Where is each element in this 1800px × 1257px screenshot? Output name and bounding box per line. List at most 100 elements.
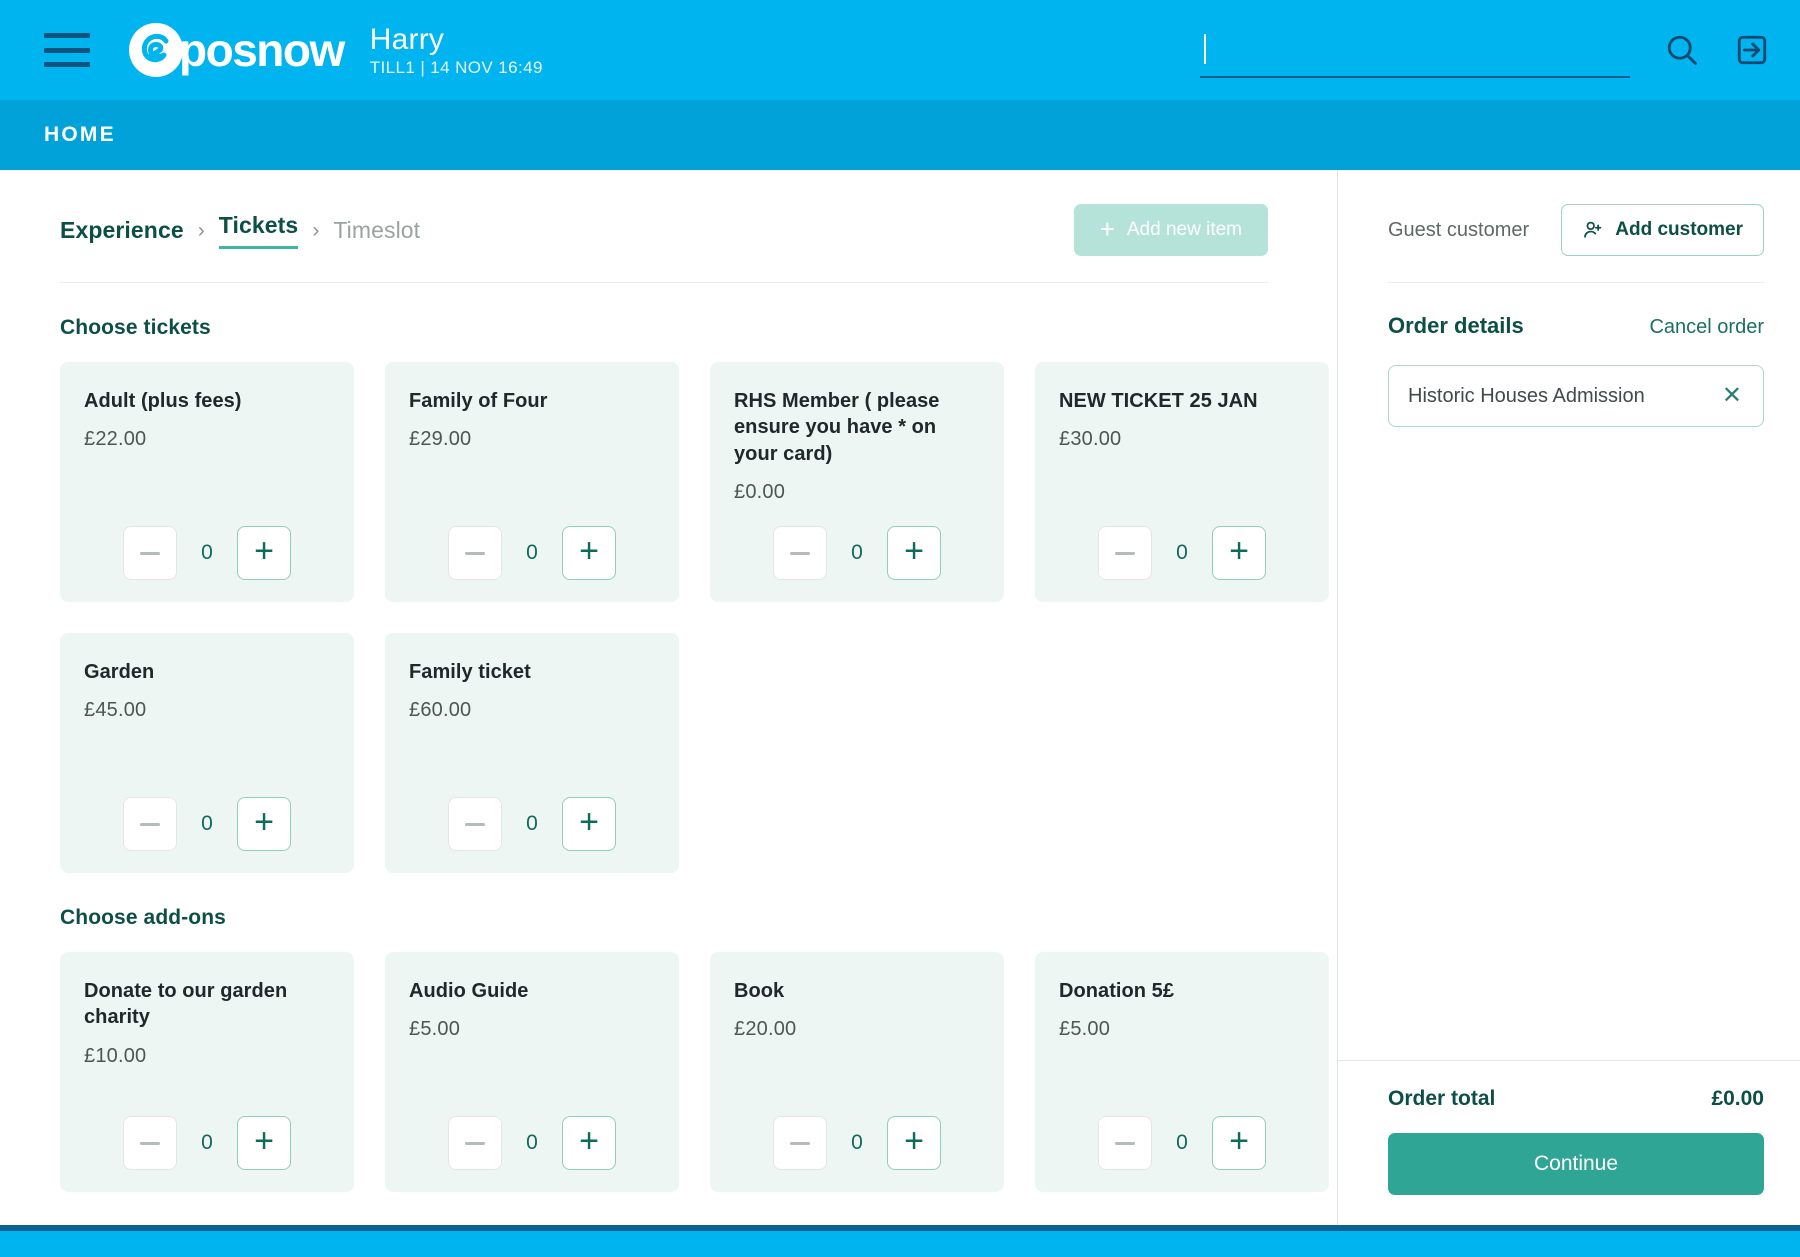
search-input[interactable] bbox=[1200, 22, 1630, 76]
customer-row: Guest customer Add customer bbox=[1388, 204, 1764, 256]
search-field[interactable] bbox=[1200, 22, 1630, 78]
add-new-item-button[interactable]: + Add new item bbox=[1074, 204, 1268, 256]
cancel-order-button[interactable]: Cancel order bbox=[1649, 316, 1764, 339]
quantity-value: 0 bbox=[198, 541, 216, 565]
minus-icon bbox=[465, 823, 485, 826]
add-person-icon bbox=[1582, 219, 1604, 241]
decrease-quantity-button[interactable] bbox=[448, 797, 502, 851]
nav-item-home[interactable]: HOME bbox=[44, 123, 116, 147]
ticket-card[interactable]: Garden £45.00 0 + bbox=[60, 633, 354, 873]
search-icon[interactable] bbox=[1664, 32, 1700, 68]
addon-price: £20.00 bbox=[734, 1018, 980, 1041]
add-customer-button[interactable]: Add customer bbox=[1561, 204, 1764, 256]
minus-icon bbox=[465, 1142, 485, 1145]
breadcrumb-separator: › bbox=[312, 219, 319, 243]
ticket-card[interactable]: RHS Member ( please ensure you have * on… bbox=[710, 362, 1004, 602]
quantity-value: 0 bbox=[523, 1131, 541, 1155]
increase-quantity-button[interactable]: + bbox=[562, 526, 616, 580]
decrease-quantity-button[interactable] bbox=[773, 1116, 827, 1170]
panel-divider bbox=[1388, 282, 1764, 283]
decrease-quantity-button[interactable] bbox=[448, 1116, 502, 1170]
plus-icon: + bbox=[579, 1124, 599, 1158]
minus-icon bbox=[140, 1142, 160, 1145]
header-divider bbox=[60, 282, 1268, 283]
eposnow-logo[interactable]: posnow bbox=[128, 22, 344, 78]
quantity-value: 0 bbox=[523, 541, 541, 565]
addon-price: £10.00 bbox=[84, 1045, 330, 1068]
breadcrumb-item-experience[interactable]: Experience bbox=[60, 217, 184, 244]
breadcrumb-item-timeslot[interactable]: Timeslot bbox=[333, 217, 420, 244]
plus-icon: + bbox=[1229, 1124, 1249, 1158]
ticket-card[interactable]: Family of Four £29.00 0 + bbox=[385, 362, 679, 602]
addon-card[interactable]: Audio Guide £5.00 0 + bbox=[385, 952, 679, 1192]
plus-icon: + bbox=[579, 534, 599, 568]
plus-icon: + bbox=[254, 805, 274, 839]
breadcrumb-item-tickets[interactable]: Tickets bbox=[219, 212, 299, 249]
addon-card[interactable]: Donate to our garden charity £10.00 0 + bbox=[60, 952, 354, 1192]
decrease-quantity-button[interactable] bbox=[123, 1116, 177, 1170]
addon-name: Audio Guide bbox=[409, 978, 655, 1004]
plus-icon: + bbox=[1229, 534, 1249, 568]
order-details-title: Order details bbox=[1388, 313, 1524, 339]
decrease-quantity-button[interactable] bbox=[448, 526, 502, 580]
decrease-quantity-button[interactable] bbox=[123, 526, 177, 580]
ticket-card[interactable]: Family ticket £60.00 0 + bbox=[385, 633, 679, 873]
addon-name: Donate to our garden charity bbox=[84, 978, 330, 1031]
quantity-stepper: 0 + bbox=[409, 797, 655, 851]
top-header-bar: posnow Harry TILL1 | 14 NOV 16:49 bbox=[0, 0, 1800, 100]
header-actions bbox=[1200, 22, 1770, 78]
ticket-name: Family of Four bbox=[409, 388, 655, 414]
increase-quantity-button[interactable]: + bbox=[237, 797, 291, 851]
ticket-price: £29.00 bbox=[409, 428, 655, 451]
plus-icon: + bbox=[254, 534, 274, 568]
quantity-value: 0 bbox=[198, 812, 216, 836]
hamburger-menu-icon[interactable] bbox=[44, 33, 90, 67]
breadcrumb-separator: › bbox=[198, 219, 205, 243]
decrease-quantity-button[interactable] bbox=[1098, 1116, 1152, 1170]
order-total-label: Order total bbox=[1388, 1087, 1495, 1111]
add-customer-label: Add customer bbox=[1615, 219, 1743, 241]
decrease-quantity-button[interactable] bbox=[123, 797, 177, 851]
minus-icon bbox=[1115, 552, 1135, 555]
addon-card[interactable]: Donation 5£ £5.00 0 + bbox=[1035, 952, 1329, 1192]
minus-icon bbox=[140, 823, 160, 826]
addon-name: Donation 5£ bbox=[1059, 978, 1305, 1004]
order-side-panel: Guest customer Add customer Order detail… bbox=[1337, 170, 1800, 1225]
increase-quantity-button[interactable]: + bbox=[1212, 1116, 1266, 1170]
continue-button[interactable]: Continue bbox=[1388, 1133, 1764, 1195]
ticket-price: £22.00 bbox=[84, 428, 330, 451]
increase-quantity-button[interactable]: + bbox=[1212, 526, 1266, 580]
ticket-card[interactable]: Adult (plus fees) £22.00 0 + bbox=[60, 362, 354, 602]
minus-icon bbox=[140, 552, 160, 555]
order-line-item[interactable]: Historic Houses Admission ✕ bbox=[1388, 365, 1764, 427]
logout-icon[interactable] bbox=[1734, 32, 1770, 68]
order-total-value: £0.00 bbox=[1711, 1087, 1764, 1111]
quantity-stepper: 0 + bbox=[84, 1116, 330, 1170]
quantity-value: 0 bbox=[523, 812, 541, 836]
decrease-quantity-button[interactable] bbox=[1098, 526, 1152, 580]
ticket-card[interactable]: NEW TICKET 25 JAN £30.00 0 + bbox=[1035, 362, 1329, 602]
ticket-card-grid: Adult (plus fees) £22.00 0 + Family of F… bbox=[60, 362, 1295, 873]
quantity-stepper: 0 + bbox=[1059, 1116, 1305, 1170]
addon-price: £5.00 bbox=[1059, 1018, 1305, 1041]
increase-quantity-button[interactable]: + bbox=[237, 526, 291, 580]
quantity-stepper: 0 + bbox=[84, 526, 330, 580]
increase-quantity-button[interactable]: + bbox=[562, 1116, 616, 1170]
increase-quantity-button[interactable]: + bbox=[887, 1116, 941, 1170]
ticket-price: £30.00 bbox=[1059, 428, 1305, 451]
page-body: Experience › Tickets › Timeslot + Add ne… bbox=[0, 170, 1800, 1225]
plus-icon: + bbox=[579, 805, 599, 839]
home-nav-bar: HOME bbox=[0, 100, 1800, 170]
increase-quantity-button[interactable]: + bbox=[887, 526, 941, 580]
addon-card[interactable]: Book £20.00 0 + bbox=[710, 952, 1004, 1192]
minus-icon bbox=[465, 552, 485, 555]
breadcrumb-row: Experience › Tickets › Timeslot + Add ne… bbox=[60, 204, 1295, 256]
plus-icon: + bbox=[254, 1124, 274, 1158]
addon-card-grid: Donate to our garden charity £10.00 0 + … bbox=[60, 952, 1295, 1192]
ticket-name: NEW TICKET 25 JAN bbox=[1059, 388, 1305, 414]
increase-quantity-button[interactable]: + bbox=[562, 797, 616, 851]
increase-quantity-button[interactable]: + bbox=[237, 1116, 291, 1170]
decrease-quantity-button[interactable] bbox=[773, 526, 827, 580]
close-icon[interactable]: ✕ bbox=[1722, 384, 1742, 408]
quantity-stepper: 0 + bbox=[734, 526, 980, 580]
